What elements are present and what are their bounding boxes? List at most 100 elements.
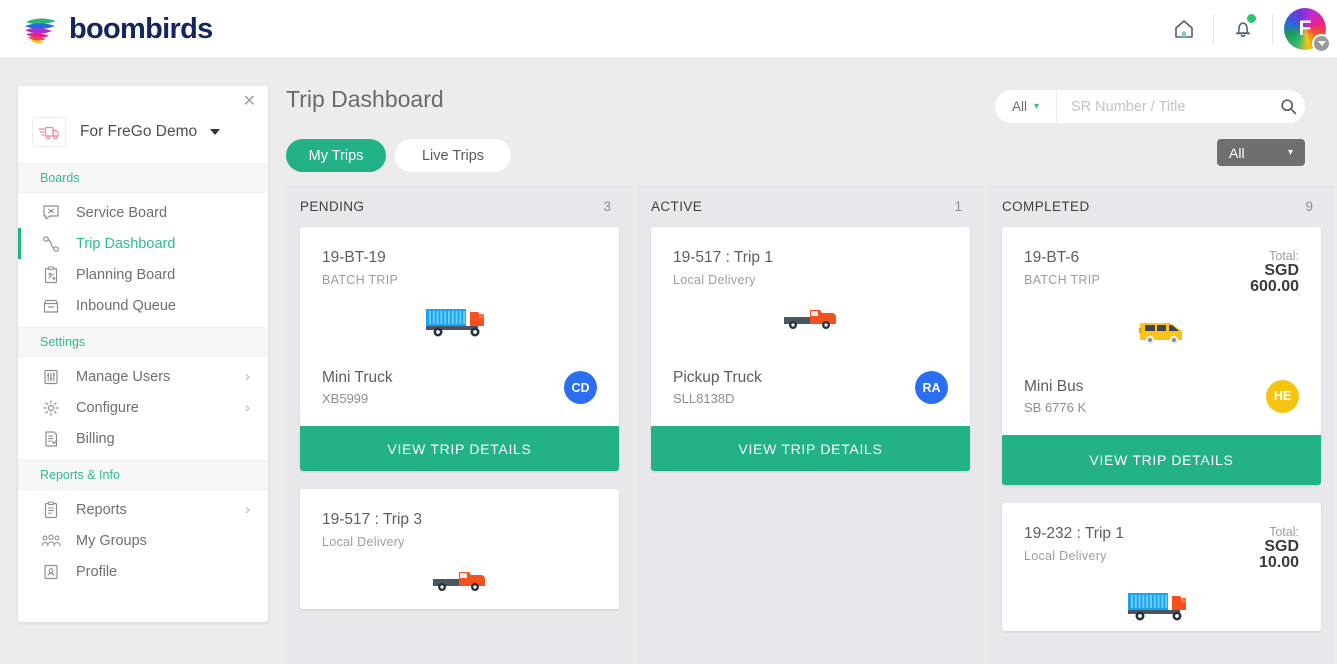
sidebar-item-label: Profile	[76, 563, 118, 580]
sidebar-item-my-groups[interactable]: My Groups	[18, 525, 268, 556]
vehicle-plate: XB5999	[322, 391, 369, 406]
search-input[interactable]	[1057, 98, 1271, 115]
trip-card[interactable]: 19-517 : Trip 1 Local Delivery Pickup Truc…	[651, 227, 970, 471]
trip-card[interactable]: 19-BT-6 BATCH TRIP Total: SGD 600.00 Mini Bu…	[1002, 227, 1321, 485]
pickup-icon	[322, 567, 597, 609]
sidebar-group: Reports › My Groups Profile	[18, 490, 268, 593]
column-count: 9	[1305, 198, 1313, 214]
card-header: 19-517 : Trip 3 Local Delivery	[322, 511, 597, 549]
column-header: PENDING 3	[286, 185, 633, 227]
gear-icon	[40, 398, 62, 418]
brand-name: boombirds	[69, 12, 213, 45]
sidebar-item-reports[interactable]: Reports ›	[18, 494, 268, 525]
column-header: COMPLETED 9	[988, 185, 1335, 227]
card-title-group: 19-232 : Trip 1 Local Delivery	[1024, 525, 1124, 572]
header-actions: F	[1155, 0, 1337, 59]
sidebar-item-label: Configure	[76, 399, 139, 416]
sidebar: ✕ For FreGo Demo Boards Service Board Trip…	[18, 86, 268, 622]
top-header-bar: boombirds F	[0, 0, 1337, 59]
sidebar-item-label: Reports	[76, 501, 127, 518]
view-trip-details-button[interactable]: VIEW TRIP DETAILS	[651, 426, 970, 471]
status-filter-dropdown[interactable]: All ▾	[1217, 139, 1305, 166]
chevron-down-icon: ▾	[1033, 101, 1040, 112]
page-title: Trip Dashboard	[286, 86, 444, 112]
lorry-icon	[322, 305, 597, 347]
trip-id: 19-517 : Trip 1	[673, 249, 773, 266]
vehicle-name: Mini Truck	[322, 369, 393, 386]
card-vehicle-row: Mini Bus SB 6776 K HE	[1024, 378, 1299, 415]
brand-logo-group[interactable]: boombirds	[22, 12, 213, 46]
column-title: PENDING	[300, 198, 365, 214]
trip-type: BATCH TRIP	[1024, 273, 1101, 287]
sidebar-item-configure[interactable]: Configure ›	[18, 392, 268, 423]
billing-icon	[40, 429, 62, 449]
bell-icon[interactable]	[1214, 0, 1272, 59]
card-total: Total: SGD 600.00	[1225, 249, 1299, 296]
view-trip-details-button[interactable]: VIEW TRIP DETAILS	[1002, 434, 1321, 485]
column-card-list: 19-517 : Trip 1 Local Delivery Pickup Truc…	[637, 227, 984, 471]
sidebar-item-manage-users[interactable]: Manage Users ›	[18, 361, 268, 392]
company-truck-icon	[32, 117, 66, 147]
sidebar-item-label: Inbound Queue	[76, 297, 176, 314]
card-total: Total: SGD 10.00	[1225, 525, 1299, 572]
card-header: 19-232 : Trip 1 Local Delivery Total: SGD 1…	[1024, 525, 1299, 572]
sidebar-item-label: Planning Board	[76, 266, 176, 283]
trip-card[interactable]: 19-517 : Trip 3 Local Delivery	[300, 489, 619, 609]
sidebar-item-billing[interactable]: Billing	[18, 423, 268, 454]
card-vehicle-row: Mini Truck XB5999 CD	[322, 369, 597, 406]
trip-id: 19-BT-6	[1024, 249, 1080, 266]
sidebar-section-title: Reports & Info	[18, 460, 268, 490]
chevron-down-icon[interactable]	[1312, 33, 1331, 53]
sidebar-item-profile[interactable]: Profile	[18, 556, 268, 587]
column-count: 3	[603, 198, 611, 214]
bus-icon	[1024, 314, 1299, 356]
sidebar-item-service-board[interactable]: Service Board	[18, 197, 268, 228]
vehicle-info: Pickup Truck SLL8138D	[673, 369, 762, 406]
card-vehicle-row: Pickup Truck SLL8138D RA	[673, 369, 948, 406]
search-bar: All ▾	[995, 90, 1305, 123]
search-icon[interactable]	[1271, 98, 1305, 115]
trip-id: 19-232 : Trip 1	[1024, 524, 1124, 542]
vehicle-info: Mini Bus SB 6776 K	[1024, 378, 1086, 415]
column-card-list: 19-BT-6 BATCH TRIP Total: SGD 600.00 Mini Bu…	[988, 227, 1335, 632]
chevron-right-icon: ›	[245, 399, 250, 416]
pickup-icon	[673, 305, 948, 347]
sidebar-item-trip-dashboard[interactable]: Trip Dashboard	[18, 228, 268, 259]
close-icon[interactable]: ✕	[243, 94, 256, 110]
user-avatar-menu[interactable]: F	[1273, 0, 1337, 59]
assignee-badge[interactable]: HE	[1266, 379, 1299, 413]
card-header: 19-BT-19 BATCH TRIP	[322, 249, 597, 287]
search-scope-dropdown[interactable]: All ▾	[995, 90, 1057, 123]
trip-card[interactable]: 19-BT-19 BATCH TRIP Mini Truck XB5999 CD VIEW…	[300, 227, 619, 471]
assignee-badge[interactable]: RA	[915, 371, 948, 404]
chevron-down-icon[interactable]	[210, 129, 221, 135]
trip-id: 19-BT-19	[322, 249, 386, 266]
vehicle-info: Mini Truck XB5999	[322, 369, 393, 406]
sidebar-item-planning-board[interactable]: Planning Board	[18, 259, 268, 290]
chevron-right-icon: ›	[245, 501, 250, 518]
trip-card[interactable]: 19-232 : Trip 1 Local Delivery Total: SGD 1…	[1002, 502, 1321, 632]
profile-icon	[40, 562, 62, 582]
view-trip-details-button[interactable]: VIEW TRIP DETAILS	[300, 426, 619, 471]
vehicle-name: Pickup Truck	[673, 369, 762, 386]
card-title-group: 19-BT-6 BATCH TRIP	[1024, 249, 1100, 296]
search-scope-label: All	[1011, 99, 1027, 114]
main-content: Trip Dashboard My Trips Live Trips All ▾…	[286, 59, 1337, 664]
vehicle-plate: SB 6776 K	[1024, 399, 1087, 415]
home-icon[interactable]	[1155, 0, 1213, 59]
column-title: ACTIVE	[651, 198, 703, 214]
sidebar-item-inbound-queue[interactable]: Inbound Queue	[18, 290, 268, 321]
status-filter-label: All	[1229, 144, 1245, 161]
assignee-badge[interactable]: CD	[564, 371, 597, 404]
tab-my-trips[interactable]: My Trips	[286, 139, 386, 172]
tab-live-trips[interactable]: Live Trips	[395, 139, 511, 172]
trip-type: Local Delivery	[322, 535, 405, 549]
company-selector[interactable]: For FreGo Demo	[18, 101, 268, 163]
chevron-down-icon: ▾	[1287, 147, 1293, 158]
boombirds-bird-logo-icon	[22, 12, 60, 46]
trip-dashboard-icon	[40, 234, 62, 254]
sidebar-item-label: Manage Users	[76, 368, 171, 385]
sidebar-section-title: Boards	[18, 163, 268, 193]
card-title-group: 19-517 : Trip 3 Local Delivery	[322, 511, 422, 549]
sidebar-item-label: Trip Dashboard	[76, 235, 176, 252]
